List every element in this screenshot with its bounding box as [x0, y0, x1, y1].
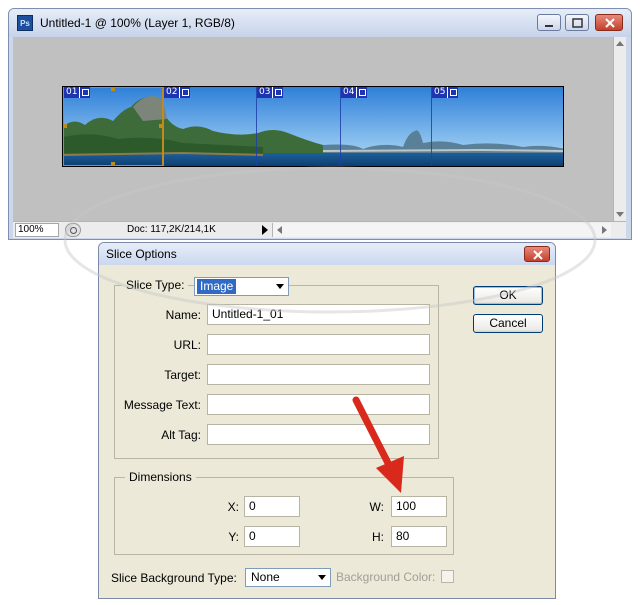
- dialog-close-button[interactable]: [524, 246, 550, 262]
- name-field[interactable]: Untitled-1_01: [207, 304, 430, 325]
- cancel-button[interactable]: Cancel: [473, 314, 543, 333]
- dialog-titlebar[interactable]: Slice Options: [99, 243, 555, 265]
- image-slice-icon: [79, 87, 91, 98]
- slice-divider: [163, 87, 164, 166]
- slice-number: 04: [341, 87, 357, 98]
- h-field[interactable]: 80: [391, 526, 447, 547]
- slice-handle[interactable]: [111, 162, 115, 166]
- photoshop-icon: Ps: [17, 15, 33, 31]
- vertical-scrollbar[interactable]: [613, 37, 626, 221]
- target-label: Target:: [164, 368, 201, 382]
- ok-button[interactable]: OK: [473, 286, 543, 305]
- window-title: Untitled-1 @ 100% (Layer 1, RGB/8): [40, 16, 235, 30]
- slice-tag[interactable]: 03: [257, 87, 284, 98]
- slice-number: 01: [64, 87, 80, 98]
- close-icon: [533, 250, 543, 260]
- target-field[interactable]: [207, 364, 430, 385]
- slice-divider: [256, 87, 257, 166]
- bg-type-value: None: [251, 570, 280, 584]
- dialog-title: Slice Options: [106, 247, 177, 261]
- horizontal-scrollbar[interactable]: [272, 223, 611, 237]
- image-slice-icon: [272, 87, 284, 98]
- name-label: Name:: [165, 308, 201, 322]
- chevron-down-icon: [276, 284, 284, 289]
- bg-type-select[interactable]: None: [245, 568, 331, 587]
- dimensions-legend: Dimensions: [125, 470, 196, 484]
- alt-tag-field[interactable]: [207, 424, 430, 445]
- x-label: X:: [227, 500, 239, 514]
- slice-number: 02: [164, 87, 180, 98]
- status-menu-icon[interactable]: [65, 223, 81, 237]
- alt-tag-label: Alt Tag:: [161, 428, 201, 442]
- bg-color-label: Background Color:: [336, 570, 436, 584]
- url-field[interactable]: [207, 334, 430, 355]
- selected-slice-frame[interactable]: [63, 87, 163, 166]
- image-slice-icon: [447, 87, 459, 98]
- y-label: Y:: [228, 530, 239, 544]
- panorama-image[interactable]: 01 02 03 04 05: [62, 86, 564, 167]
- x-field[interactable]: 0: [244, 496, 300, 517]
- image-slice-icon: [179, 87, 191, 98]
- window-titlebar[interactable]: Ps Untitled-1 @ 100% (Layer 1, RGB/8): [9, 9, 631, 37]
- slice-tag[interactable]: 01: [64, 87, 91, 98]
- status-arrow-icon[interactable]: [262, 225, 268, 235]
- h-label: H:: [372, 530, 384, 544]
- close-button[interactable]: [595, 14, 623, 31]
- scroll-right-icon[interactable]: [602, 226, 607, 234]
- slice-tag[interactable]: 02: [164, 87, 191, 98]
- doc-size-info: Doc: 117,2K/214,1K: [127, 224, 216, 235]
- minimize-button[interactable]: [537, 14, 561, 31]
- slice-divider: [431, 87, 432, 166]
- scroll-down-icon[interactable]: [616, 212, 624, 217]
- canvas-area: 01 02 03 04 05: [13, 37, 626, 221]
- scroll-up-icon[interactable]: [616, 41, 624, 46]
- scroll-left-icon[interactable]: [277, 226, 282, 234]
- w-field[interactable]: 100: [391, 496, 447, 517]
- bg-type-label: Slice Background Type:: [111, 571, 237, 585]
- bg-color-swatch: [441, 570, 454, 583]
- slice-options-dialog: Slice Options Slice Type: Image Name: Un…: [98, 242, 556, 599]
- y-field[interactable]: 0: [244, 526, 300, 547]
- chevron-down-icon: [318, 575, 326, 580]
- message-text-label: Message Text:: [123, 398, 201, 412]
- slice-type-select[interactable]: Image: [194, 277, 289, 296]
- slice-number: 05: [432, 87, 448, 98]
- image-slice-icon: [356, 87, 368, 98]
- w-label: W:: [369, 500, 384, 514]
- slice-tag[interactable]: 04: [341, 87, 368, 98]
- url-label: URL:: [173, 338, 201, 352]
- zoom-field[interactable]: 100%: [15, 223, 59, 237]
- slice-tag[interactable]: 05: [432, 87, 459, 98]
- status-bar: 100% Doc: 117,2K/214,1K: [13, 221, 626, 238]
- slice-handle[interactable]: [63, 124, 67, 128]
- slice-divider: [340, 87, 341, 166]
- document-window: Ps Untitled-1 @ 100% (Layer 1, RGB/8) 01…: [8, 8, 632, 240]
- slice-number: 03: [257, 87, 273, 98]
- maximize-button[interactable]: [565, 14, 589, 31]
- slice-type-value: Image: [197, 279, 237, 294]
- message-text-field[interactable]: [207, 394, 430, 415]
- slice-handle[interactable]: [111, 87, 115, 91]
- slice-type-label: Slice Type:: [122, 278, 189, 292]
